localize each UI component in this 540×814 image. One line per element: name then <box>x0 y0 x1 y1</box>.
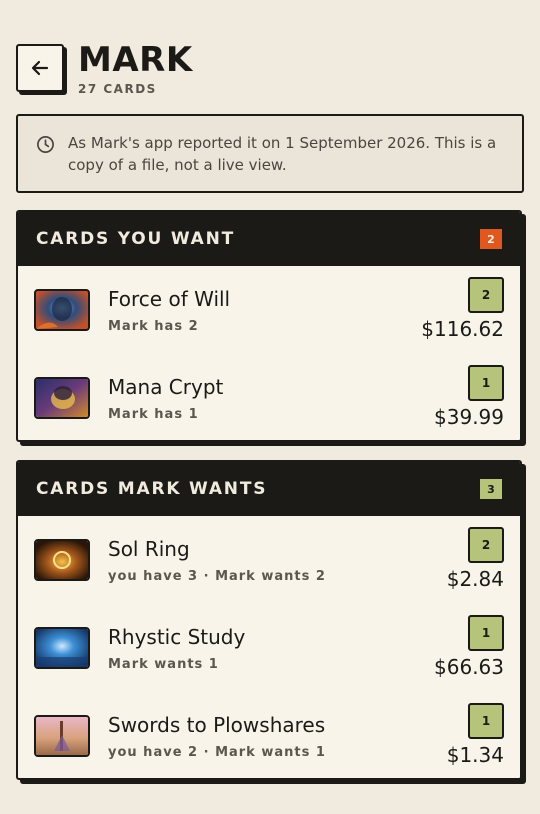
list-item[interactable]: Mana Crypt Mark has 1 1 $39.99 <box>18 354 520 440</box>
panel-header: CARDS MARK WANTS 3 <box>18 462 520 516</box>
list-item[interactable]: Rhystic Study Mark wants 1 1 $66.63 <box>18 604 520 692</box>
card-price: $2.84 <box>446 567 504 591</box>
list-item[interactable]: Sol Ring you have 3 · Mark wants 2 2 $2.… <box>18 516 520 604</box>
list-item[interactable]: Swords to Plowshares you have 2 · Mark w… <box>18 692 520 778</box>
card-art-thumbnail <box>34 539 90 581</box>
card-detail: you have 3 · Mark wants 2 <box>108 569 326 584</box>
card-art-thumbnail <box>34 289 90 331</box>
card-name: Force of Will <box>108 287 231 311</box>
quantity-badge[interactable]: 1 <box>468 615 504 651</box>
card-detail: Mark has 1 <box>108 407 199 422</box>
card-detail: you have 2 · Mark wants 1 <box>108 745 326 760</box>
card-name: Swords to Plowshares <box>108 713 326 737</box>
count-badge: 3 <box>480 479 502 499</box>
quantity-badge[interactable]: 1 <box>468 365 504 401</box>
card-detail: Mark wants 1 <box>108 657 219 672</box>
card-name: Sol Ring <box>108 537 190 561</box>
quantity-badge[interactable]: 2 <box>468 277 504 313</box>
panel-title: CARDS MARK WANTS <box>36 479 268 499</box>
card-art-thumbnail <box>34 715 90 757</box>
count-badge: 2 <box>480 229 502 249</box>
arrow-left-icon <box>31 60 49 76</box>
card-name: Mana Crypt <box>108 375 224 399</box>
card-price: $39.99 <box>434 405 504 429</box>
card-detail: Mark has 2 <box>108 319 199 334</box>
snapshot-notice: As Mark's app reported it on 1 September… <box>16 114 524 193</box>
card-price: $66.63 <box>434 655 504 679</box>
page-title: MARK <box>78 40 193 80</box>
quantity-badge[interactable]: 2 <box>468 527 504 563</box>
panel-header: CARDS YOU WANT 2 <box>18 212 520 266</box>
back-button[interactable] <box>16 44 64 92</box>
page-header: MARK 27 CARDS <box>16 40 524 100</box>
quantity-badge[interactable]: 1 <box>468 703 504 739</box>
cards-you-want-panel: CARDS YOU WANT 2 Force of Will Mark has … <box>16 210 522 442</box>
card-name: Rhystic Study <box>108 625 246 649</box>
card-art-thumbnail <box>34 377 90 419</box>
list-item[interactable]: Force of Will Mark has 2 2 $116.62 <box>18 266 520 354</box>
card-count: 27 CARDS <box>78 82 157 96</box>
card-art-thumbnail <box>34 627 90 669</box>
cards-mark-wants-panel: CARDS MARK WANTS 3 Sol Ring you have 3 ·… <box>16 460 522 780</box>
card-price: $1.34 <box>446 743 504 767</box>
clock-icon <box>37 136 54 153</box>
card-price: $116.62 <box>421 317 504 341</box>
panel-title: CARDS YOU WANT <box>36 229 236 249</box>
notice-text: As Mark's app reported it on 1 September… <box>68 134 497 174</box>
